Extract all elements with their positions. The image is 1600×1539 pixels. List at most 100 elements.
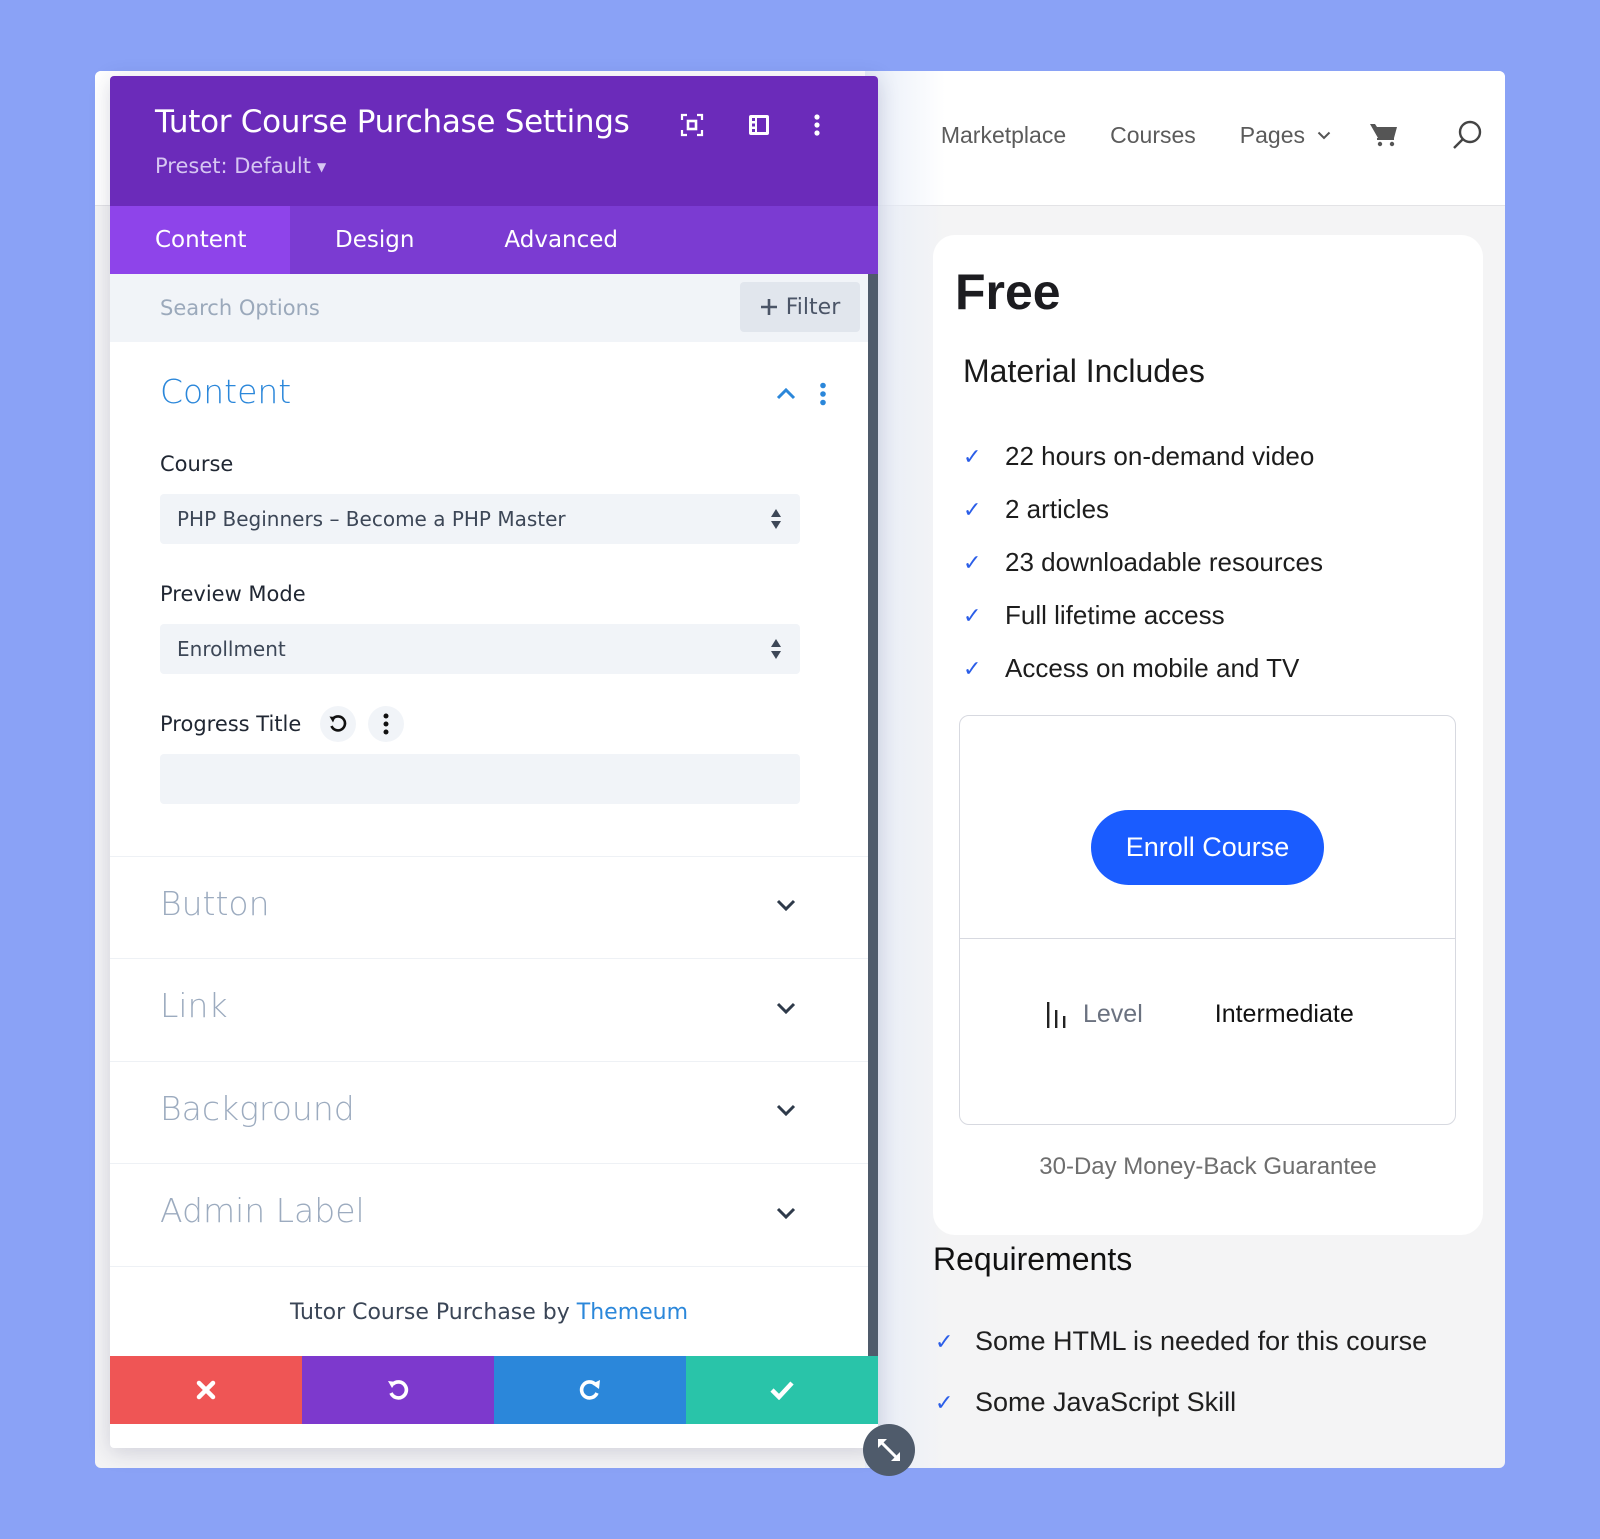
divider (110, 1163, 868, 1164)
material-item: ✓ Access on mobile and TV (963, 642, 1463, 695)
divider (960, 938, 1455, 939)
preview-mode-select[interactable]: Enrollment (160, 624, 800, 674)
preset-label: Preset: Default (155, 154, 311, 178)
module-credit: Tutor Course Purchase by Themeum (110, 1300, 868, 1325)
tab-content[interactable]: Content (110, 206, 290, 274)
select-arrows-icon (771, 509, 781, 529)
check-icon: ✓ (963, 602, 982, 628)
split-view-icon[interactable] (744, 110, 774, 140)
course-purchase-card: Free Material Includes ✓ 22 hours on-dema… (933, 235, 1483, 1235)
material-text: Certificate of Completion (1005, 706, 1290, 710)
level-value: Intermediate (1214, 1000, 1354, 1028)
credit-prefix: Tutor Course Purchase by (289, 1300, 577, 1325)
section-options-icon[interactable] (819, 382, 827, 406)
level-bars-icon (1047, 1001, 1066, 1028)
material-item: ✓ 22 hours on-demand video (963, 430, 1463, 483)
preview-mode-value: Enrollment (177, 637, 286, 661)
check-icon: ✓ (963, 709, 1005, 711)
check-icon: ✓ (935, 1328, 954, 1354)
divider (110, 958, 868, 959)
check-icon: ✓ (963, 655, 982, 681)
check-icon: ✓ (963, 443, 982, 469)
panel-action-bar (110, 1356, 878, 1424)
search-icon[interactable] (1451, 119, 1483, 151)
focus-mode-icon[interactable] (677, 110, 707, 140)
resize-handle[interactable] (863, 1424, 915, 1476)
tab-design[interactable]: Design (290, 206, 459, 274)
check-icon: ✓ (963, 496, 982, 522)
reset-field-button[interactable] (320, 706, 356, 742)
check-icon (770, 1381, 794, 1400)
chevron-down-icon[interactable] (776, 899, 796, 911)
course-select[interactable]: PHP Beginners – Become a PHP Master (160, 494, 800, 544)
settings-scroll-area: Content Course PHP Beginners – Become a … (110, 342, 868, 1356)
reset-icon (329, 715, 347, 732)
money-back-guarantee: 30-Day Money-Back Guarantee (1039, 1153, 1377, 1180)
material-text: 2 articles (1005, 494, 1110, 524)
chevron-down-icon (1317, 131, 1331, 139)
material-includes-title: Material Includes (963, 353, 1205, 389)
undo-icon (388, 1380, 409, 1400)
nav-courses[interactable]: Courses (1110, 122, 1196, 149)
discard-button[interactable] (110, 1356, 302, 1424)
tab-advanced[interactable]: Advanced (459, 206, 663, 274)
check-icon: ✓ (935, 1389, 954, 1415)
course-label: Course (160, 452, 234, 476)
section-background-title[interactable]: Background (160, 1089, 355, 1128)
more-options-icon[interactable] (802, 110, 832, 140)
select-arrows-icon (771, 639, 781, 659)
section-button-title[interactable]: Button (160, 884, 270, 923)
search-bar: Filter (110, 274, 868, 342)
cart-icon[interactable] (1369, 122, 1399, 148)
panel-header[interactable]: Tutor Course Purchase Settings Preset: D… (110, 76, 878, 206)
chevron-down-icon[interactable] (776, 1207, 796, 1219)
progress-title-input[interactable] (160, 754, 800, 804)
check-icon: ✓ (963, 549, 982, 575)
undo-button[interactable] (302, 1356, 494, 1424)
level-label: Level (1083, 1000, 1143, 1028)
nav-pages-label: Pages (1239, 121, 1305, 148)
enroll-box: Enroll Course Level Intermediate (959, 715, 1456, 1125)
search-options-input[interactable] (150, 286, 690, 330)
material-text: Access on mobile and TV (1005, 653, 1300, 683)
chevron-up-icon[interactable] (776, 388, 796, 400)
preset-dropdown[interactable]: Preset: Default ▼ (155, 154, 326, 178)
site-nav: Marketplace Courses Pages (941, 119, 1483, 151)
field-options-button[interactable] (368, 706, 404, 742)
module-settings-panel: Tutor Course Purchase Settings Preset: D… (110, 76, 878, 1448)
close-icon (196, 1380, 216, 1400)
resize-arrows-icon (878, 1439, 900, 1461)
settings-tabs: Content Design Advanced (110, 206, 878, 274)
panel-scrollbar[interactable] (868, 274, 878, 1406)
enroll-course-button[interactable]: Enroll Course (1091, 810, 1324, 885)
requirements-title: Requirements (933, 1241, 1133, 1277)
requirement-text: Some HTML is needed for this course (975, 1326, 1428, 1356)
filter-button[interactable]: Filter (740, 282, 860, 332)
panel-title: Tutor Course Purchase Settings (155, 104, 630, 140)
divider (110, 856, 868, 857)
material-item: ✓ 2 articles (963, 483, 1463, 536)
filter-label: Filter (785, 294, 841, 320)
requirement-item: ✓ Some JavaScript Skill (935, 1372, 1427, 1433)
divider (110, 1266, 868, 1267)
progress-title-label: Progress Title (160, 712, 302, 736)
section-admin-label-title[interactable]: Admin Label (160, 1191, 365, 1230)
material-text: Full lifetime access (1005, 600, 1225, 630)
material-text: 22 hours on-demand video (1005, 441, 1315, 471)
save-button[interactable] (686, 1356, 878, 1424)
redo-button[interactable] (494, 1356, 686, 1424)
nav-pages[interactable]: Pages (1240, 122, 1331, 149)
section-link-title[interactable]: Link (160, 986, 228, 1025)
material-item: ✓ Full lifetime access (963, 589, 1463, 642)
nav-marketplace[interactable]: Marketplace (941, 122, 1066, 149)
section-content-title[interactable]: Content (160, 372, 291, 411)
divider (110, 1061, 868, 1062)
chevron-down-icon[interactable] (776, 1104, 796, 1116)
chevron-down-icon[interactable] (776, 1002, 796, 1014)
credit-author-link[interactable]: Themeum (577, 1300, 688, 1325)
material-item: ✓Certificate of Completion (963, 695, 1463, 710)
material-item: ✓ 23 downloadable resources (963, 536, 1463, 589)
material-text: 23 downloadable resources (1005, 547, 1323, 577)
requirement-item: ✓ Some HTML is needed for this course (935, 1311, 1427, 1372)
requirements-list: ✓ Some HTML is needed for this course ✓ So… (935, 1311, 1427, 1433)
